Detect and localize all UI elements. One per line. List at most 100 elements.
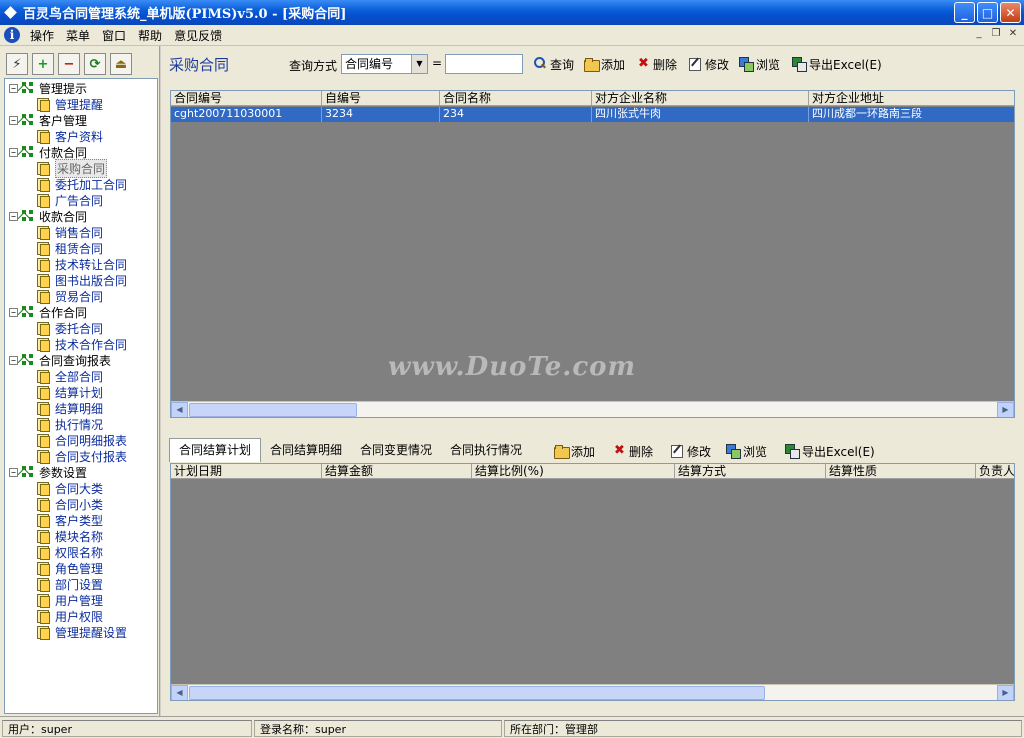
tree-item[interactable]: 技术转让合同 <box>5 256 157 272</box>
detail-horizontal-scrollbar[interactable]: ◀ ▶ <box>171 684 1014 700</box>
settlement-grid[interactable]: 计划日期 结算金额 结算比例(%) 结算方式 结算性质 负责人 ◀ ▶ <box>170 463 1015 701</box>
collapse-icon[interactable]: − <box>9 147 18 157</box>
tree-item[interactable]: 全部合同 <box>5 368 157 384</box>
collapse-icon[interactable]: − <box>9 211 18 221</box>
tree-item[interactable]: 合同明细报表 <box>5 432 157 448</box>
search-button[interactable]: 查询 <box>533 55 574 73</box>
tree-item-label: 租赁合同 <box>55 241 104 256</box>
menu-help[interactable]: 帮助 <box>132 27 168 44</box>
detail-browse-button[interactable]: 浏览 <box>726 442 767 460</box>
mdi-minimize-button[interactable]: _ <box>972 27 986 41</box>
collapse-icon[interactable]: − <box>9 355 18 365</box>
tree-group[interactable]: − 参数设置 <box>5 464 157 480</box>
delete-button[interactable]: ✖ 删除 <box>636 55 677 73</box>
scroll-left-icon[interactable]: ◀ <box>171 402 188 417</box>
tree-item[interactable]: 广告合同 <box>5 192 157 208</box>
collapse-icon[interactable]: − <box>9 467 18 477</box>
table-row[interactable]: cght200711030001 3234 234 四川张式牛肉 四川成都一环路… <box>171 107 1014 122</box>
tree-item[interactable]: 执行情况 <box>5 416 157 432</box>
close-button[interactable]: ✕ <box>1000 2 1021 23</box>
detail-edit-button[interactable]: 修改 <box>670 442 711 460</box>
tree-item[interactable]: 用户管理 <box>5 592 157 608</box>
column-header[interactable]: 对方企业地址 <box>809 91 1014 106</box>
tree-item[interactable]: 结算明细 <box>5 400 157 416</box>
tree-item[interactable]: 委托合同 <box>5 320 157 336</box>
collapse-icon[interactable]: − <box>9 83 18 93</box>
column-header[interactable]: 自编号 <box>322 91 440 106</box>
tree-item[interactable]: 合同支付报表 <box>5 448 157 464</box>
tree-item[interactable]: 部门设置 <box>5 576 157 592</box>
tree-group[interactable]: − 客户管理 <box>5 112 157 128</box>
export-excel-button[interactable]: 导出Excel(E) <box>792 55 882 73</box>
menu-window[interactable]: 窗口 <box>96 27 132 44</box>
tree-item[interactable]: 角色管理 <box>5 560 157 576</box>
tree-group[interactable]: − 收款合同 <box>5 208 157 224</box>
edit-button[interactable]: 修改 <box>688 55 729 73</box>
column-header[interactable]: 合同名称 <box>440 91 592 106</box>
tree-item[interactable]: 贸易合同 <box>5 288 157 304</box>
column-header[interactable]: 结算比例(%) <box>472 464 675 479</box>
add-button[interactable]: 添加 <box>584 55 625 73</box>
scroll-right-icon[interactable]: ▶ <box>997 685 1014 700</box>
mdi-restore-button[interactable]: ❐ <box>989 27 1003 41</box>
minimize-button[interactable]: _ <box>954 2 975 23</box>
menu-menu[interactable]: 菜单 <box>60 27 96 44</box>
tree-item[interactable]: 用户权限 <box>5 608 157 624</box>
mdi-close-button[interactable]: ✕ <box>1006 27 1020 41</box>
tree-item[interactable]: 租赁合同 <box>5 240 157 256</box>
tree-item[interactable]: 权限名称 <box>5 544 157 560</box>
tree-group[interactable]: − 合同查询报表 <box>5 352 157 368</box>
tree-item[interactable]: 委托加工合同 <box>5 176 157 192</box>
scroll-right-icon[interactable]: ▶ <box>997 402 1014 417</box>
refresh-icon[interactable]: ⟳ <box>84 53 106 75</box>
menu-operate[interactable]: 操作 <box>24 27 60 44</box>
column-header[interactable]: 对方企业名称 <box>592 91 809 106</box>
tree-item[interactable]: 客户资料 <box>5 128 157 144</box>
tree-item-label: 执行情况 <box>55 417 104 432</box>
tab-change-status[interactable]: 合同变更情况 <box>351 439 441 461</box>
column-header[interactable]: 合同编号 <box>171 91 322 106</box>
tree-item[interactable]: 管理提醒设置 <box>5 624 157 640</box>
tree-item[interactable]: 结算计划 <box>5 384 157 400</box>
tree-item[interactable]: 技术合作合同 <box>5 336 157 352</box>
left-panel: ⚡ + − ⟳ ⏏ − 管理提示 管理提醒 − 客户管理 客户资料 − 付款合同 采购合同 委托加… <box>0 46 160 716</box>
tree-item[interactable]: 合同大类 <box>5 480 157 496</box>
expand-all-icon[interactable]: + <box>32 53 54 75</box>
chevron-down-icon[interactable]: ▼ <box>411 55 427 73</box>
horizontal-scrollbar[interactable]: ◀ ▶ <box>171 401 1014 417</box>
exit-icon[interactable]: ⏏ <box>110 53 132 75</box>
column-header[interactable]: 结算方式 <box>675 464 826 479</box>
detail-delete-button[interactable]: ✖ 删除 <box>612 442 653 460</box>
collapse-all-icon[interactable]: − <box>58 53 80 75</box>
tab-settlement-detail[interactable]: 合同结算明细 <box>261 439 351 461</box>
collapse-icon[interactable]: − <box>9 307 18 317</box>
maximize-button[interactable]: □ <box>977 2 998 23</box>
tab-execution-status[interactable]: 合同执行情况 <box>441 439 531 461</box>
tree-item[interactable]: 客户类型 <box>5 512 157 528</box>
column-header[interactable]: 结算性质 <box>826 464 976 479</box>
query-field-select[interactable]: 合同编号 ▼ <box>341 54 428 74</box>
lightning-icon[interactable]: ⚡ <box>6 53 28 75</box>
scrollbar-thumb[interactable] <box>189 403 357 417</box>
column-header[interactable]: 计划日期 <box>171 464 322 479</box>
column-header[interactable]: 负责人 <box>976 464 1014 479</box>
collapse-icon[interactable]: − <box>9 115 18 125</box>
tree-group[interactable]: − 合作合同 <box>5 304 157 320</box>
info-icon[interactable]: i <box>4 27 20 43</box>
tree-item[interactable]: 采购合同 <box>5 158 157 178</box>
tree-item[interactable]: 模块名称 <box>5 528 157 544</box>
column-header[interactable]: 结算金额 <box>322 464 472 479</box>
menu-feedback[interactable]: 意见反馈 <box>168 27 228 44</box>
tab-settlement-plan[interactable]: 合同结算计划 <box>169 438 262 462</box>
query-input[interactable] <box>445 54 523 74</box>
scroll-left-icon[interactable]: ◀ <box>171 685 188 700</box>
scrollbar-thumb[interactable] <box>189 686 765 700</box>
detail-add-button[interactable]: 添加 <box>554 442 595 460</box>
browse-button[interactable]: 浏览 <box>739 55 780 73</box>
tree-group[interactable]: − 管理提示 <box>5 80 157 96</box>
tree-item[interactable]: 销售合同 <box>5 224 157 240</box>
tree-item[interactable]: 图书出版合同 <box>5 272 157 288</box>
detail-export-excel-button[interactable]: 导出Excel(E) <box>785 442 875 460</box>
tree-item[interactable]: 合同小类 <box>5 496 157 512</box>
tree-item[interactable]: 管理提醒 <box>5 96 157 112</box>
